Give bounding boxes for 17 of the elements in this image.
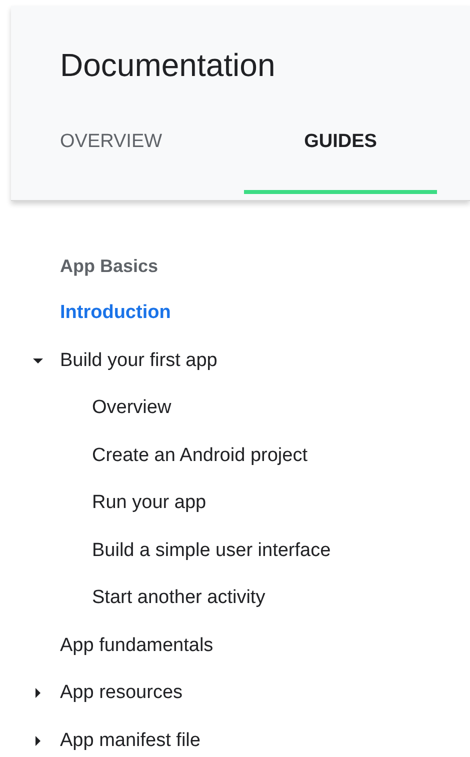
nav-link[interactable]: Build a simple user interface <box>92 536 331 566</box>
nav-link[interactable]: App manifest file <box>60 726 200 756</box>
nav-link[interactable]: Overview <box>92 393 172 423</box>
nav-link[interactable]: App fundamentals <box>60 630 214 660</box>
nav-link[interactable]: Introduction <box>60 298 171 328</box>
caret-right-icon[interactable] <box>33 688 43 698</box>
caret-down-icon[interactable] <box>33 356 43 366</box>
tab[interactable]: OVERVIEW <box>60 123 244 194</box>
nav-link[interactable]: Run your app <box>92 488 206 518</box>
section-heading: App Basics <box>60 255 160 278</box>
page-title: Documentation <box>60 46 276 85</box>
nav-link[interactable]: App resources <box>60 678 183 708</box>
tab[interactable]: GUIDES <box>244 123 437 194</box>
nav-link[interactable]: Create an Android project <box>92 440 308 470</box>
nav-link[interactable]: Build your first app <box>60 346 218 376</box>
nav-link[interactable]: Start another activity <box>92 583 266 613</box>
caret-right-icon[interactable] <box>33 736 43 746</box>
